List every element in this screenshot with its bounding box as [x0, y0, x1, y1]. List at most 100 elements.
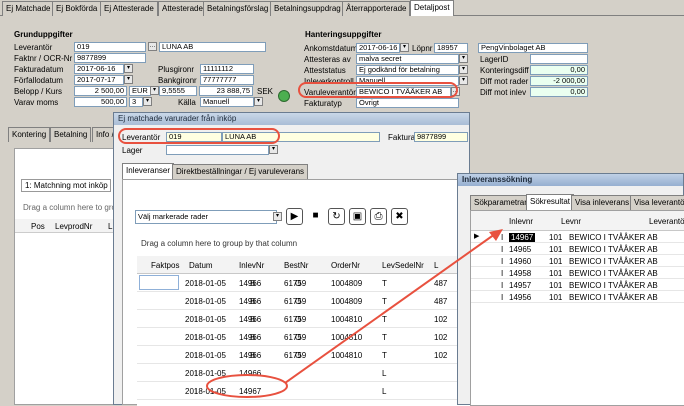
- table-cell: O: [295, 333, 302, 342]
- tab-ej-bokforda[interactable]: Ej Bokförda: [52, 1, 102, 16]
- table-row[interactable]: 2018-01-05I14967: [137, 400, 471, 406]
- col-levsedelnr[interactable]: LevSedelNr: [382, 261, 424, 270]
- leverantor-lookup-button[interactable]: …: [148, 42, 157, 51]
- export-excel-icon[interactable]: ✖: [391, 208, 408, 225]
- save-icon[interactable]: ▣: [349, 208, 366, 225]
- leverantor-namn-field[interactable]: LUNA AB: [159, 42, 266, 52]
- col-levnr[interactable]: Levnr: [561, 217, 581, 226]
- inlev-dropdown-icon[interactable]: ▾: [459, 76, 468, 85]
- forfallodatum-field[interactable]: 2017-07-17: [74, 75, 124, 85]
- tab-ej-matchade[interactable]: Ej Matchade: [2, 1, 55, 16]
- tab-visa-leverantor[interactable]: Visa leverantör: [630, 195, 684, 210]
- col-levprodnr[interactable]: LevprodNr: [55, 222, 92, 231]
- kalla-select[interactable]: Manuell: [200, 97, 254, 107]
- play-icon[interactable]: ▶: [286, 208, 303, 225]
- fakturadatum-calendar-icon[interactable]: ▾: [124, 64, 133, 73]
- plusgiro-field[interactable]: 11111112: [200, 64, 254, 74]
- table-cell: I: [195, 297, 198, 306]
- moms-kod-dropdown-icon[interactable]: ▾: [143, 97, 152, 106]
- fakturadatum-field[interactable]: 2017-06-16: [74, 64, 124, 74]
- refresh-icon[interactable]: [278, 90, 290, 102]
- table-cell: B: [250, 333, 256, 342]
- table-row[interactable]: ▶ I 14967 101 BEWICO I TVÅÅKER AB: [471, 231, 684, 243]
- table-row[interactable]: 2018-01-05 I 14966 B 61759 O 1004810 T 102: [137, 346, 471, 364]
- kurs-field[interactable]: 9,5555: [159, 86, 197, 96]
- tab-sokparametrar[interactable]: Sökparametrar: [470, 195, 531, 210]
- tab-aterrapporterade[interactable]: Återrapporterade: [342, 1, 411, 16]
- table-row[interactable]: I 14956 101 BEWICO I TVÅÅKER AB: [471, 291, 684, 303]
- col-bestnr[interactable]: BestNr: [284, 261, 308, 270]
- table-row[interactable]: I 14957 101 BEWICO I TVÅÅKER AB: [471, 279, 684, 291]
- win1-lager-dropdown-icon[interactable]: ▾: [269, 145, 278, 154]
- faktnr-field[interactable]: 9877899: [74, 53, 146, 63]
- tab-detaljpost[interactable]: Detaljpost: [410, 0, 454, 16]
- ankomst-calendar-icon[interactable]: ▾: [400, 43, 409, 52]
- col-inlevnr[interactable]: InlevNr: [239, 261, 264, 270]
- bankgiro-field[interactable]: 77777777: [200, 75, 254, 85]
- table-row[interactable]: 2018-01-05 I 14966 B 61759 O 1004809 T 487: [137, 274, 471, 292]
- fakttyp-select[interactable]: Övrigt: [356, 98, 459, 108]
- tab-ej-attesterade[interactable]: Ej Attesterade: [100, 1, 158, 16]
- fakttyp-label: Fakturatyp: [304, 99, 342, 108]
- table-cell: I: [501, 281, 504, 290]
- table-row[interactable]: 2018-01-05 I 14966 L: [137, 364, 471, 382]
- group-hint: Drag a column here to group by that colu…: [141, 239, 298, 248]
- status-dropdown-icon[interactable]: ▾: [459, 65, 468, 74]
- table-cell: 102: [434, 315, 448, 324]
- print-icon[interactable]: ⎙: [370, 208, 387, 225]
- diffinlev-label: Diff mot inlev: [480, 88, 527, 97]
- table-cell: O: [295, 351, 302, 360]
- hanteringsuppgifter-title: Hanteringsuppgifter: [305, 30, 382, 39]
- tab-kontering[interactable]: Kontering: [8, 127, 51, 142]
- col-leverantor[interactable]: Leverantör: [649, 217, 684, 226]
- valuta-dropdown-icon[interactable]: ▾: [150, 86, 159, 95]
- select-dropdown-icon[interactable]: ▾: [273, 212, 282, 221]
- col-datum[interactable]: Datum: [189, 261, 213, 270]
- col-inlevnr[interactable]: Inlevnr: [509, 217, 533, 226]
- table-row[interactable]: 2018-01-05 I 14966 B 61759 O 1004810 T 102: [137, 328, 471, 346]
- belopp-field[interactable]: 2 500,00: [74, 86, 127, 96]
- diffrader-label: Diff mot rader: [480, 77, 529, 86]
- forfallodatum-calendar-icon[interactable]: ▾: [124, 75, 133, 84]
- table-row[interactable]: I 14958 101 BEWICO I TVÅÅKER AB: [471, 267, 684, 279]
- table-row[interactable]: 2018-01-05 I 14966 B 61759 O 1004810 T 102: [137, 310, 471, 328]
- table-cell: 487: [434, 297, 448, 306]
- win1-lager-select[interactable]: [166, 145, 269, 155]
- table-row[interactable]: I 14960 101 BEWICO I TVÅÅKER AB: [471, 255, 684, 267]
- tab-betalningsuppdrag[interactable]: Betalningsuppdrag: [270, 1, 345, 16]
- attest-av-dropdown-icon[interactable]: ▾: [459, 54, 468, 63]
- tab-sokresultat[interactable]: Sökresultat: [526, 194, 575, 210]
- valuta-select[interactable]: EUR: [129, 86, 151, 96]
- col-ordernr[interactable]: OrderNr: [331, 261, 360, 270]
- table-row[interactable]: 2018-01-05 I 14966 B 61759 O 1004809 T 487: [137, 292, 471, 310]
- leverantor-nr-field[interactable]: 019: [74, 42, 146, 52]
- table-row[interactable]: I 14965 101 BEWICO I TVÅÅKER AB: [471, 243, 684, 255]
- col-pos[interactable]: Pos: [31, 222, 45, 231]
- col-faktpos[interactable]: Faktpos: [151, 261, 179, 270]
- moms-field[interactable]: 500,00: [74, 97, 127, 107]
- refresh-icon[interactable]: ↻: [328, 208, 345, 225]
- ankomst-field[interactable]: 2017-06-16: [356, 43, 400, 53]
- faktpos-input[interactable]: [139, 275, 179, 290]
- attest-av-select[interactable]: malva secret: [356, 54, 459, 64]
- col-l[interactable]: L: [434, 261, 438, 270]
- col-l[interactable]: L: [108, 222, 112, 231]
- status-select[interactable]: Ej godkänd för betalning: [356, 65, 459, 75]
- tab-inleveranser[interactable]: Inleveranser: [122, 163, 175, 179]
- table-cell: 1004810: [331, 333, 363, 342]
- tab-attesterade[interactable]: Attesterade: [158, 1, 207, 16]
- stop-icon[interactable]: ■: [307, 208, 324, 225]
- list-item[interactable]: 1: Matchning mot inköp: [21, 179, 111, 192]
- lagerid-field[interactable]: [530, 54, 588, 64]
- table-cell: 101: [549, 269, 563, 278]
- kalla-dropdown-icon[interactable]: ▾: [254, 97, 263, 106]
- tab-betalning[interactable]: Betalning: [50, 127, 92, 142]
- moms-kod-field[interactable]: 3: [129, 97, 143, 107]
- select-markerade-rader[interactable]: Välj markerade rader: [135, 210, 277, 224]
- moms-label: Varav moms: [14, 98, 59, 107]
- sek-belopp-field[interactable]: 23 888,75: [199, 86, 253, 96]
- table-row[interactable]: 2018-01-05 I 14967 L: [137, 382, 471, 400]
- tab-visa-inleverans[interactable]: Visa inleverans: [571, 195, 634, 210]
- tab-betalningsforslag[interactable]: Betalningsförslag: [203, 1, 273, 16]
- tab-direktbestallningar[interactable]: Direktbeställningar / Ej varuleverans: [172, 164, 309, 179]
